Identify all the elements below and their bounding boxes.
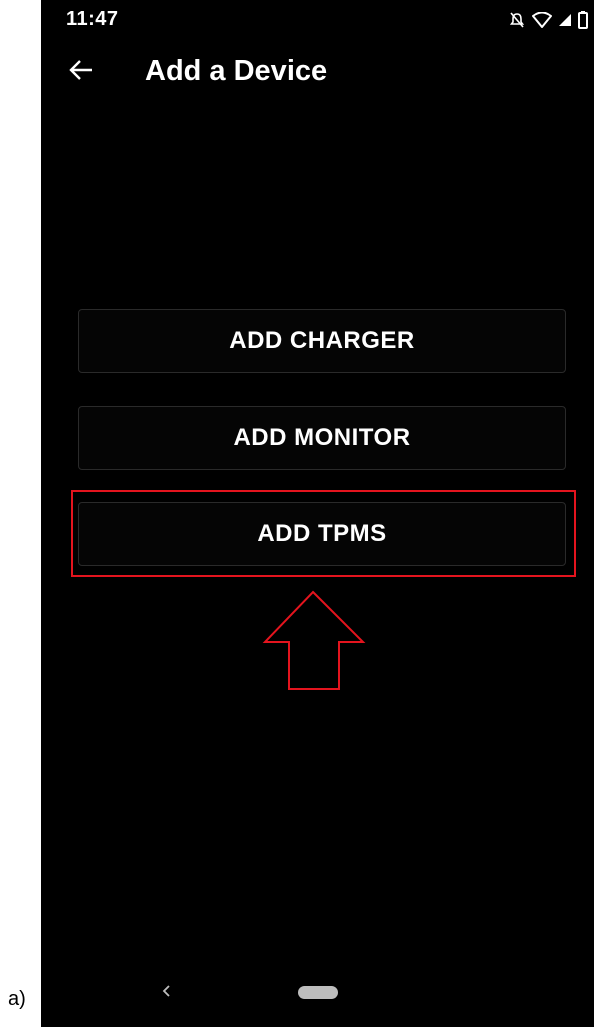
highlight-box	[71, 490, 576, 577]
panel-label: a)	[8, 988, 26, 1010]
notifications-off-icon	[508, 11, 526, 29]
status-icons	[508, 10, 588, 30]
app-bar: Add a Device	[41, 40, 594, 104]
status-bar: 11:47	[41, 0, 594, 38]
status-time: 11:47	[66, 8, 119, 30]
battery-icon	[578, 11, 588, 29]
nav-bar	[41, 965, 594, 1015]
arrow-left-icon	[68, 59, 94, 86]
page-title: Add a Device	[145, 55, 328, 87]
chevron-left-icon	[161, 984, 171, 1003]
back-button[interactable]	[61, 52, 101, 92]
home-pill-icon[interactable]	[298, 986, 338, 999]
add-monitor-button[interactable]: ADD MONITOR	[78, 406, 566, 470]
add-charger-button[interactable]: ADD CHARGER	[78, 309, 566, 373]
nav-back-button[interactable]	[151, 983, 181, 1003]
up-arrow-icon	[262, 589, 366, 698]
wifi-icon	[532, 12, 552, 28]
signal-icon	[558, 13, 572, 27]
phone-screen: 11:47 Add a Device ADD CHARGER ADD MONIT…	[41, 0, 594, 1027]
